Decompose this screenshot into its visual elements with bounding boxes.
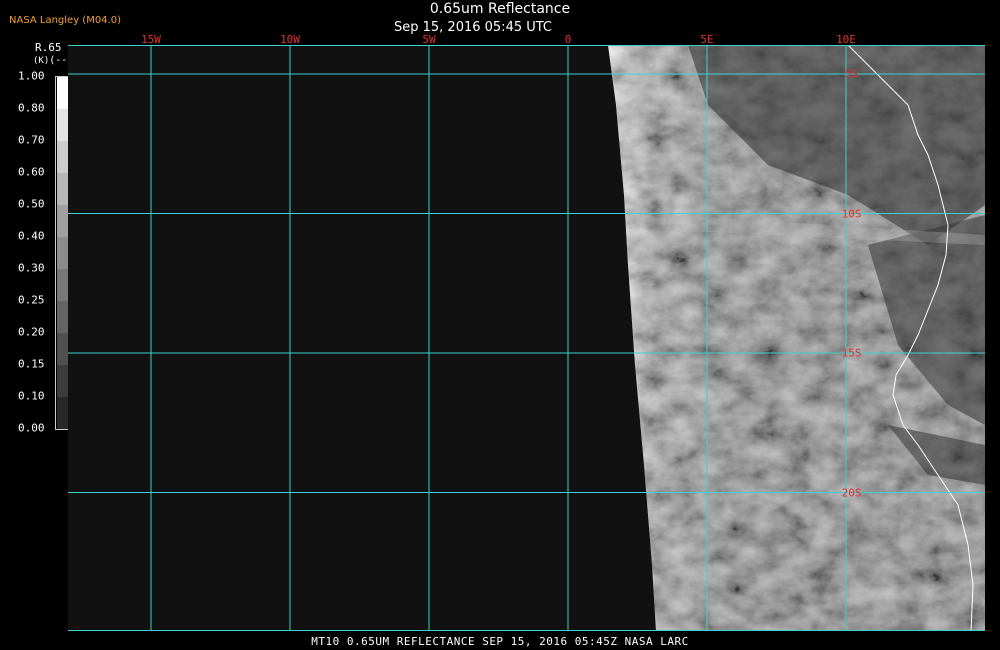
longitude-label: 0 — [564, 33, 572, 46]
latitude-label: 15S — [841, 346, 862, 360]
cloud-imagery — [608, 45, 985, 631]
colorbar-tick-label: 0.80 — [18, 101, 45, 115]
longitude-label: 5E — [700, 33, 714, 46]
footer-caption: MT10 0.65UM REFLECTANCE SEP 15, 2016 05:… — [311, 635, 689, 648]
map-canvas — [68, 45, 985, 631]
longitude-label: 15W — [141, 33, 161, 46]
image-title: 0.65um Reflectance — [429, 1, 571, 17]
latitude-label: 10S — [841, 207, 862, 220]
colorbar-tick-label: 0.10 — [18, 389, 45, 403]
longitude-label: 10W — [280, 33, 300, 46]
latitude-label: 5S — [844, 67, 859, 81]
colorbar-tick-label: 0.30 — [18, 261, 45, 275]
longitude-label: 5W — [422, 33, 436, 46]
colorbar-tick-label: 0.15 — [18, 357, 45, 371]
colorbar-unit-small: (K) — [33, 56, 50, 66]
satellite-map[interactable] — [68, 45, 985, 631]
colorbar-tick-label: 0.00 — [18, 421, 45, 435]
colorbar-tick-label: 0.25 — [18, 293, 45, 307]
colorbar-tick-label: 0.40 — [18, 229, 45, 243]
colorbar-tick-label: 0.60 — [18, 165, 45, 179]
latitude-label: 20S — [841, 486, 862, 499]
longitude-label: 10E — [836, 33, 856, 46]
colorbar-title: R.65 — [35, 41, 62, 54]
colorbar-tick-label: 0.20 — [18, 325, 45, 339]
colorbar-tick-label: 0.50 — [18, 197, 45, 211]
colorbar-tick-label: 0.70 — [18, 133, 45, 147]
colorbar-tick-label: 1.00 — [18, 69, 45, 83]
